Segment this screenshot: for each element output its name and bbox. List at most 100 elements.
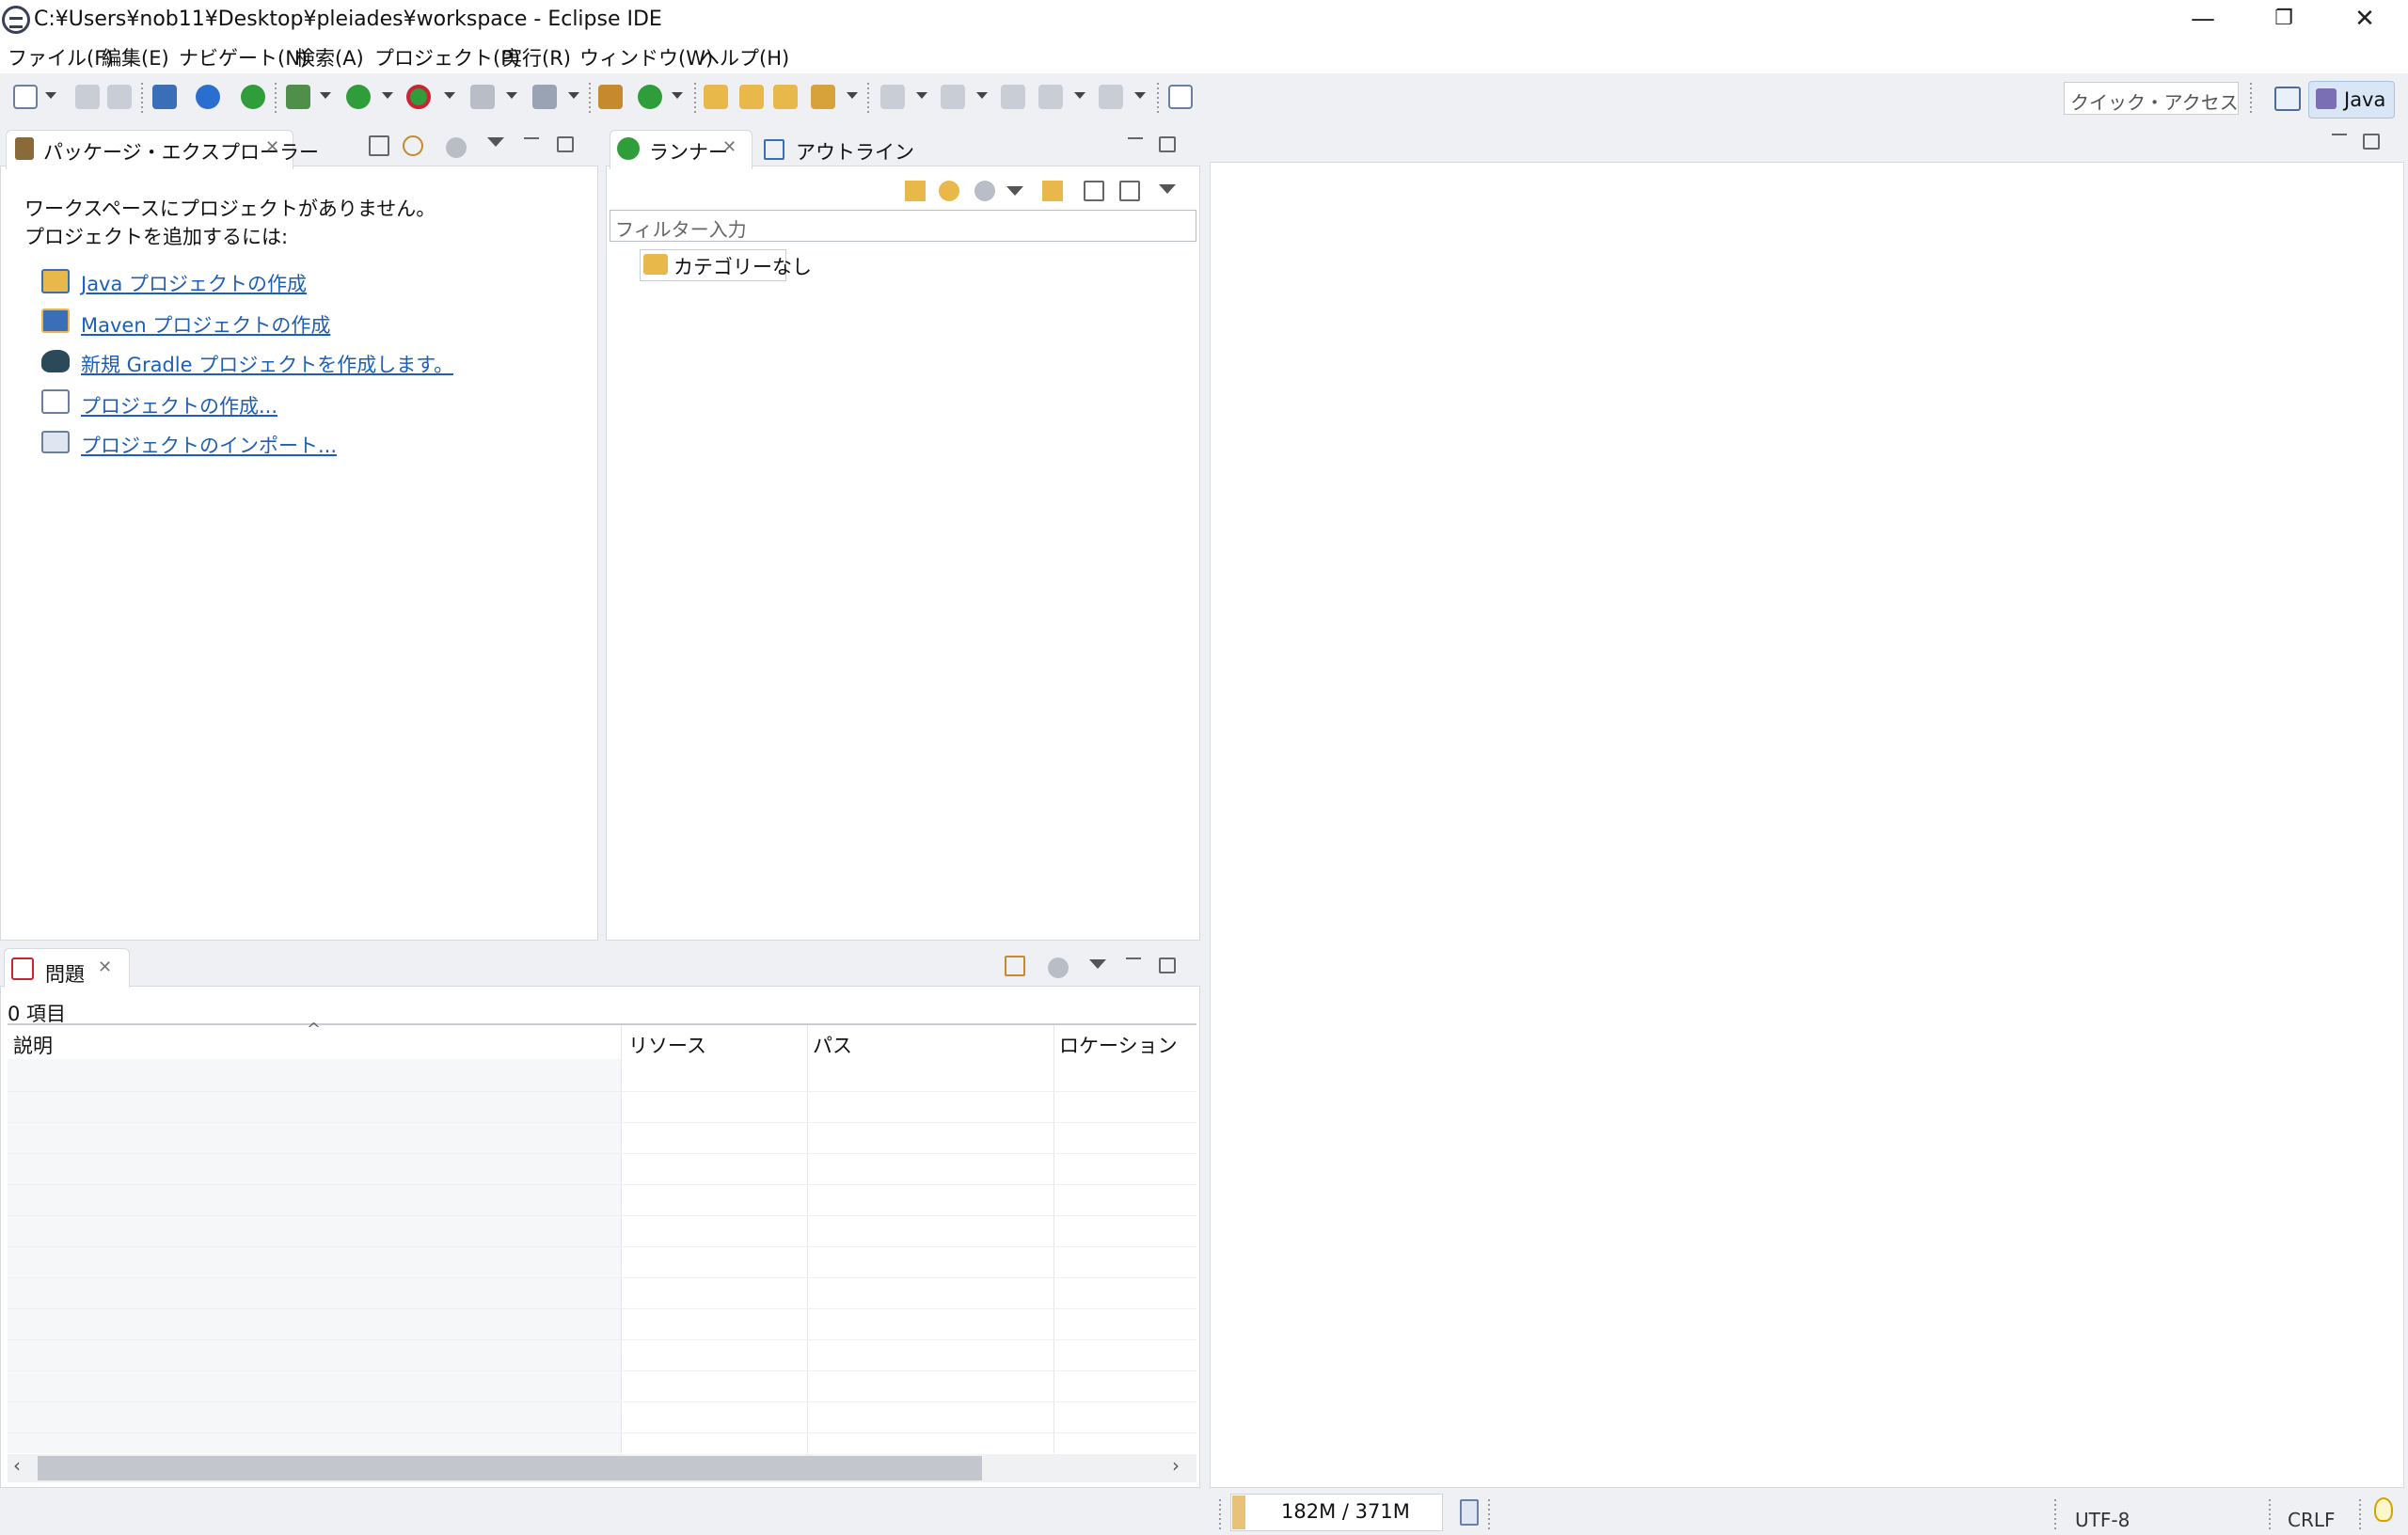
column-path[interactable]: パス (813, 1031, 852, 1059)
filter-icon[interactable] (1048, 957, 1069, 978)
minimize-view-icon[interactable] (1123, 952, 1144, 973)
create-java-project-link[interactable]: Java プロジェクトの作成 (81, 269, 307, 297)
outline-tab-label[interactable]: アウトライン (796, 137, 914, 166)
menu-navigate[interactable]: ナビゲート(N) (179, 43, 308, 71)
collapse-all-icon[interactable] (1084, 181, 1104, 201)
back-icon[interactable] (1038, 85, 1063, 109)
view-menu-icon[interactable] (1159, 184, 1176, 194)
table-row (8, 1370, 1196, 1371)
create-gradle-project-link[interactable]: 新規 Gradle プロジェクトを作成します。 (81, 350, 453, 378)
new-item-icon[interactable] (939, 181, 959, 201)
create-project-link[interactable]: プロジェクトの作成... (81, 391, 277, 419)
menu-file[interactable]: ファイル(F) (8, 43, 113, 71)
open-folder-icon[interactable] (739, 85, 764, 109)
next-annotation-icon[interactable] (880, 85, 905, 109)
prev-annotation-icon[interactable] (941, 85, 965, 109)
table-body (8, 1059, 621, 1453)
restore-button[interactable]: ❐ (2242, 0, 2325, 40)
scroll-right-icon[interactable]: › (1172, 1454, 1180, 1477)
save-icon[interactable] (75, 85, 100, 109)
open-resource-icon[interactable] (773, 85, 798, 109)
expand-all-icon[interactable] (1119, 181, 1140, 201)
refresh-dropdown-icon[interactable] (672, 92, 683, 99)
run-external-icon[interactable] (406, 85, 431, 109)
run-dropdown-icon[interactable] (1006, 186, 1023, 196)
focus-icon[interactable] (1005, 956, 1025, 976)
scrollbar-thumb[interactable] (38, 1456, 982, 1480)
filter-input[interactable]: フィルター入力 (610, 210, 1196, 242)
link-editor-icon[interactable] (403, 135, 423, 156)
scroll-left-icon[interactable]: ‹ (13, 1454, 21, 1477)
java-project-icon (41, 269, 70, 293)
forward-dropdown-icon[interactable] (1134, 92, 1146, 99)
stop-dropdown-icon[interactable] (506, 92, 517, 99)
column-divider (807, 1025, 808, 1453)
maximize-view-icon[interactable] (1159, 957, 1176, 973)
new-icon[interactable] (13, 85, 38, 109)
minimize-button[interactable]: — (2162, 0, 2244, 40)
last-edit-icon[interactable] (1001, 85, 1025, 109)
status-separator (1488, 1499, 1490, 1529)
new-category-icon[interactable] (905, 181, 926, 201)
menu-search[interactable]: 検索(A) (295, 43, 364, 71)
open-type-icon[interactable] (704, 85, 728, 109)
close-button[interactable]: ✕ (2323, 0, 2406, 40)
toolbar-separator (275, 83, 277, 113)
prev-annotation-dropdown-icon[interactable] (976, 92, 988, 99)
save-all-icon[interactable] (107, 85, 132, 109)
folder-icon (643, 254, 668, 275)
quick-access-input[interactable]: クイック・アクセス (2064, 82, 2239, 115)
minimize-editor-icon[interactable] (2329, 128, 2350, 149)
power-icon[interactable] (241, 85, 265, 109)
open-folder-icon[interactable] (1042, 181, 1063, 201)
trash-icon[interactable] (1460, 1499, 1479, 1526)
new-server-icon[interactable] (532, 85, 557, 109)
forward-icon[interactable] (1099, 85, 1123, 109)
import-project-link[interactable]: プロジェクトのインポート... (81, 431, 337, 459)
filter-icon[interactable] (446, 137, 467, 158)
minimize-view-icon[interactable] (521, 132, 542, 152)
close-tab-icon[interactable]: ✕ (98, 957, 112, 977)
close-tab-icon[interactable]: ✕ (265, 137, 279, 157)
lightbulb-icon[interactable] (2374, 1497, 2393, 1522)
maximize-view-icon[interactable] (557, 136, 574, 152)
stop-icon[interactable] (470, 85, 495, 109)
empty-workspace-message: ワークスペースにプロジェクトがありません。 (24, 198, 436, 220)
server-dropdown-icon[interactable] (568, 92, 579, 99)
run-dropdown-icon[interactable] (382, 92, 393, 99)
menu-project[interactable]: プロジェクト(P) (374, 43, 520, 71)
close-tab-icon[interactable]: ✕ (722, 137, 737, 157)
back-dropdown-icon[interactable] (1074, 92, 1085, 99)
menu-edit[interactable]: 編集(E) (102, 43, 169, 71)
maximize-editor-icon[interactable] (2363, 134, 2380, 150)
menu-window[interactable]: ウィンドウ(W) (579, 43, 713, 71)
new-dropdown-icon[interactable] (45, 92, 56, 99)
maximize-view-icon[interactable] (1159, 136, 1176, 152)
minimize-view-icon[interactable] (1125, 132, 1146, 152)
pin-icon[interactable] (1168, 85, 1193, 109)
open-perspective-icon[interactable] (2274, 87, 2301, 111)
collapse-all-icon[interactable] (369, 135, 389, 156)
run-external-dropdown-icon[interactable] (444, 92, 455, 99)
column-description[interactable]: 説明 (13, 1031, 53, 1059)
run-icon[interactable] (346, 85, 371, 109)
create-maven-project-link[interactable]: Maven プロジェクトの作成 (81, 310, 330, 339)
table-row (8, 1401, 1196, 1402)
column-location[interactable]: ロケーション (1059, 1031, 1178, 1059)
debug-dropdown-icon[interactable] (320, 92, 331, 99)
view-menu-icon[interactable] (487, 137, 504, 147)
next-annotation-dropdown-icon[interactable] (916, 92, 927, 99)
menu-run[interactable]: 実行(R) (502, 43, 571, 71)
menu-help[interactable]: ヘルプ(H) (700, 43, 789, 71)
view-menu-icon[interactable] (1089, 959, 1106, 969)
settings-icon[interactable] (196, 85, 220, 109)
column-resource[interactable]: リソース (628, 1031, 706, 1059)
search-icon[interactable] (811, 85, 835, 109)
refresh-icon[interactable] (638, 85, 662, 109)
debug-icon[interactable] (286, 85, 310, 109)
terminal-icon[interactable] (152, 85, 177, 109)
toolbar-separator (141, 83, 143, 113)
run-item-icon[interactable] (974, 181, 995, 201)
search-dropdown-icon[interactable] (847, 92, 858, 99)
package-icon[interactable] (598, 85, 623, 109)
